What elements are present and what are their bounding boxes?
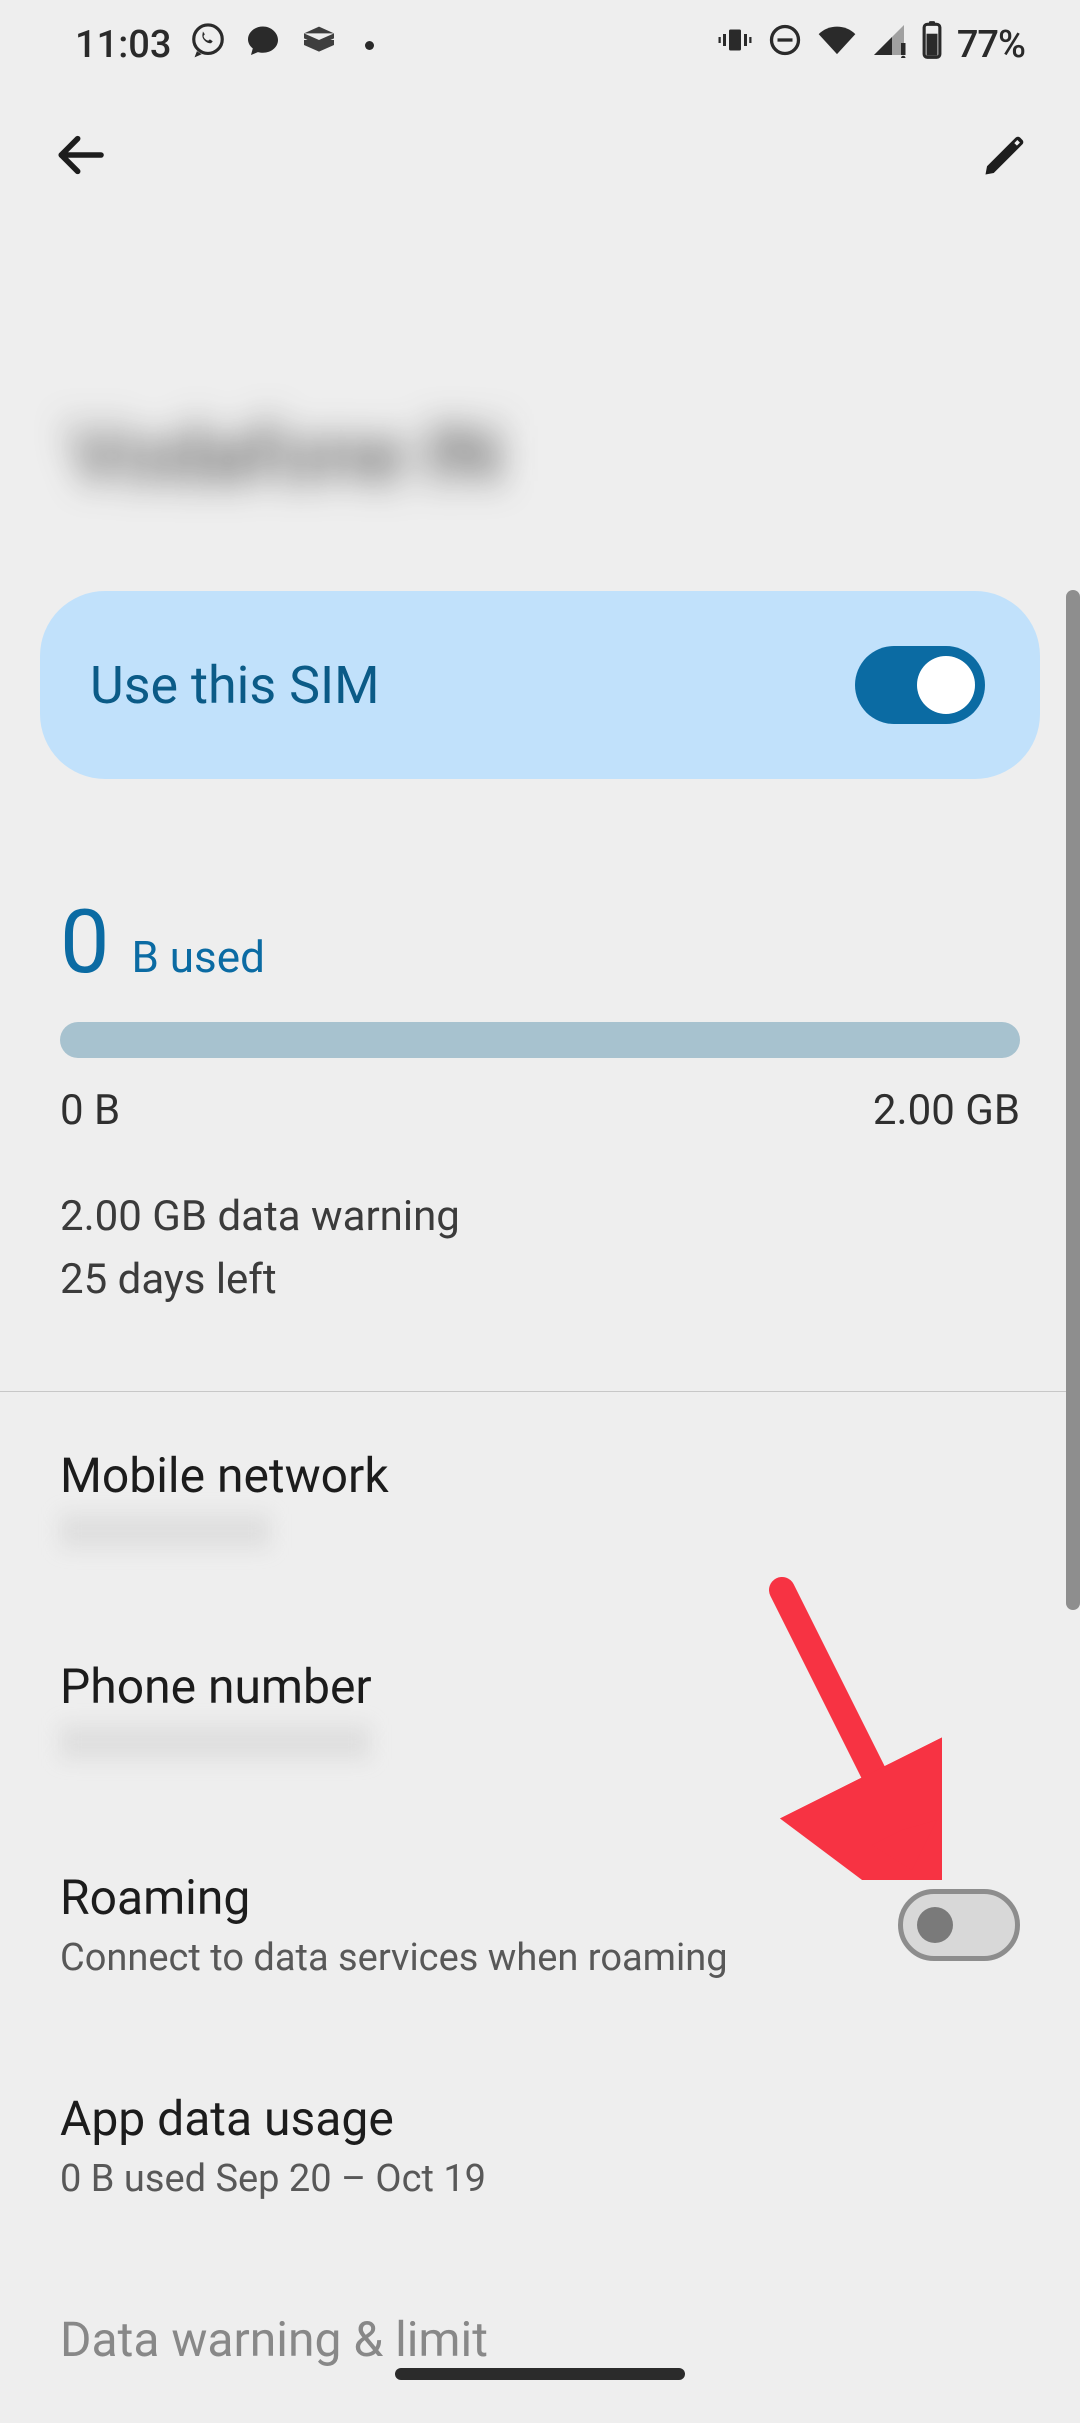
- page-title-area: Vodafone IN: [0, 230, 1080, 541]
- roaming-subtitle: Connect to data services when roaming: [60, 1936, 878, 1980]
- status-bar: 11:03 77%: [0, 0, 1080, 80]
- toolbar: [0, 80, 1080, 230]
- arrow-left-icon: [52, 127, 108, 183]
- data-warning-limit-row[interactable]: Data warning & limit: [0, 2256, 1080, 2423]
- roaming-row[interactable]: Roaming Connect to data services when ro…: [0, 1814, 1080, 2035]
- scrollbar[interactable]: [1066, 590, 1080, 1610]
- data-min-label: 0 B: [60, 1086, 120, 1135]
- status-left: 11:03: [75, 20, 374, 70]
- nav-handle[interactable]: [395, 2368, 685, 2380]
- mobile-network-row[interactable]: Mobile network x: [0, 1392, 1080, 1603]
- mobile-network-subtitle: x: [60, 1514, 270, 1548]
- back-button[interactable]: [45, 120, 115, 190]
- vibrate-icon: [717, 22, 753, 68]
- data-usage-block[interactable]: 0 B used 0 B 2.00 GB 2.00 GB data warnin…: [0, 839, 1080, 1351]
- use-sim-toggle[interactable]: [855, 646, 985, 724]
- data-progress-bar: [60, 1022, 1020, 1058]
- data-progress-labels: 0 B 2.00 GB: [60, 1086, 1020, 1135]
- data-used-unit: B used: [131, 931, 264, 983]
- dot-icon: [365, 41, 374, 50]
- status-time: 11:03: [75, 23, 171, 67]
- edit-button[interactable]: [970, 120, 1040, 190]
- data-warning-line2: 25 days left: [60, 1248, 1020, 1311]
- phone-number-subtitle: x: [60, 1725, 370, 1759]
- battery-percentage: 77%: [957, 23, 1025, 67]
- use-sim-row[interactable]: Use this SIM: [40, 591, 1040, 779]
- app-data-usage-subtitle: 0 B used Sep 20 – Oct 19: [60, 2157, 1020, 2201]
- roaming-toggle[interactable]: [898, 1889, 1020, 1961]
- roaming-title: Roaming: [60, 1869, 878, 1926]
- phone-number-row[interactable]: Phone number x: [0, 1603, 1080, 1814]
- data-used: 0 B used: [60, 899, 1020, 987]
- phone-number-title: Phone number: [60, 1658, 1020, 1715]
- use-sim-label: Use this SIM: [90, 655, 379, 716]
- dnd-icon: [767, 22, 803, 68]
- data-warning-limit-title: Data warning & limit: [60, 2311, 1020, 2368]
- data-max-label: 2.00 GB: [873, 1086, 1020, 1135]
- data-used-value: 0: [60, 899, 109, 987]
- battery-icon: [921, 21, 943, 69]
- whatsapp-icon: [189, 21, 227, 69]
- pencil-icon: [979, 129, 1031, 181]
- data-warning-line1: 2.00 GB data warning: [60, 1185, 1020, 1248]
- wifi-icon: [817, 22, 857, 68]
- status-right: 77%: [717, 21, 1025, 69]
- page-title: Vodafone IN: [70, 410, 501, 501]
- signal-icon: [871, 22, 907, 68]
- app-data-usage-row[interactable]: App data usage 0 B used Sep 20 – Oct 19: [0, 2035, 1080, 2256]
- app-data-usage-title: App data usage: [60, 2090, 1020, 2147]
- data-warning-text: 2.00 GB data warning 25 days left: [60, 1185, 1020, 1311]
- chat-icon: [245, 22, 281, 68]
- box-icon: [299, 20, 339, 70]
- mobile-network-title: Mobile network: [60, 1447, 1020, 1504]
